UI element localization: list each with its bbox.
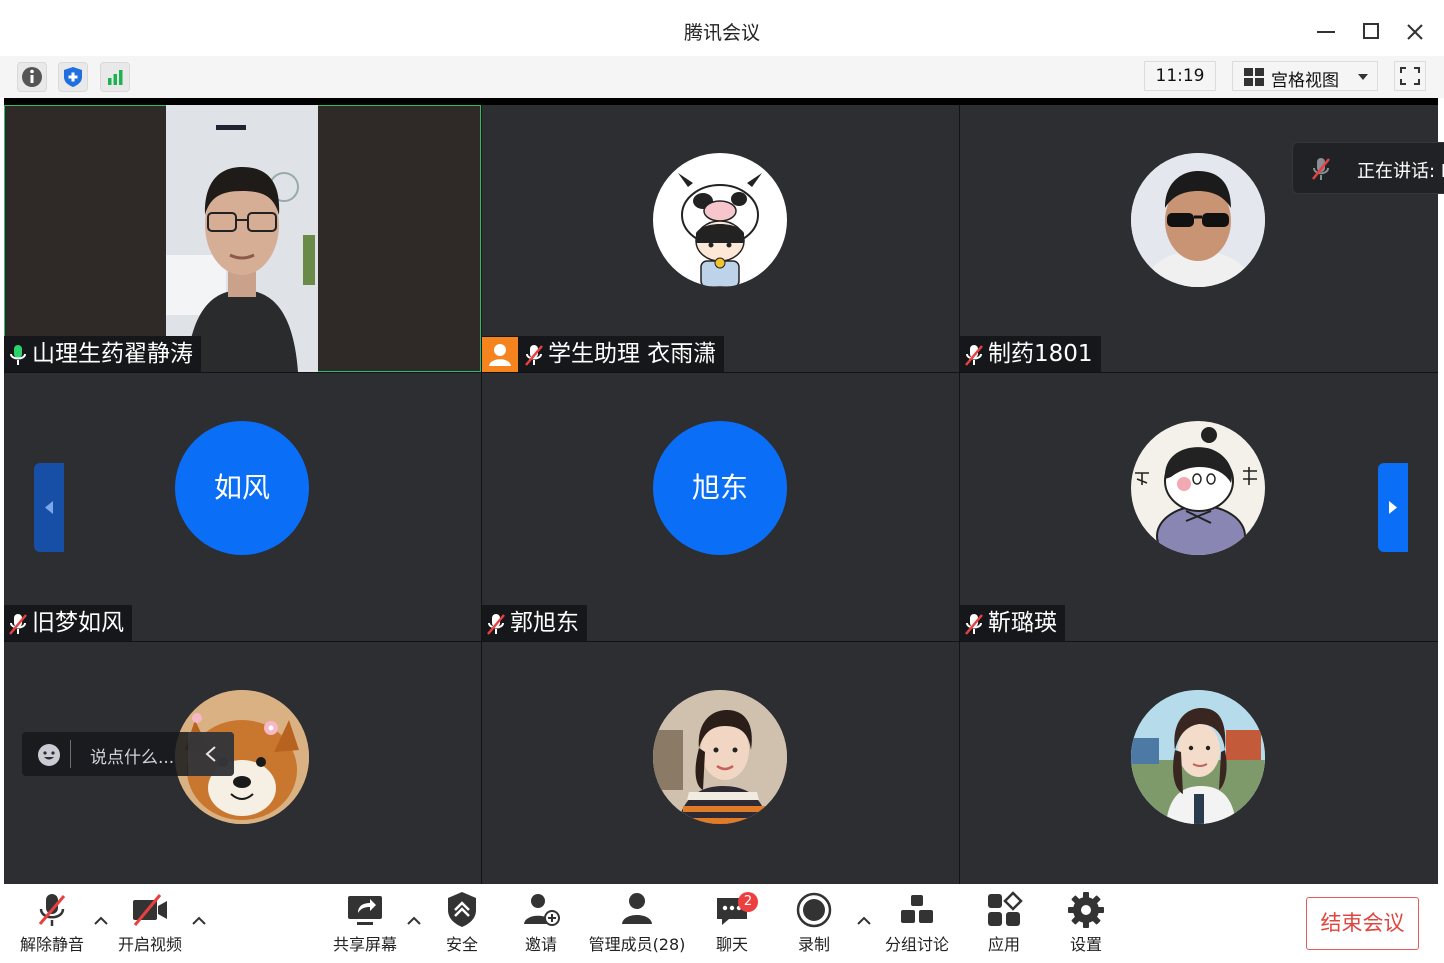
record-icon [796,892,832,928]
view-label: 宫格视图 [1271,71,1339,91]
emoji-icon[interactable] [36,742,62,768]
settings-button[interactable]: 设置 [1056,890,1116,955]
members-icon [622,893,652,924]
security-button[interactable]: 安全 [432,890,492,955]
avatar: 旭东 [653,421,787,555]
signal-icon[interactable] [100,62,130,92]
meeting-time: 11:19 [1144,61,1216,91]
participant-name-tag: 制药1801 [960,336,1101,372]
next-page-button[interactable] [1378,463,1408,552]
participant-tile[interactable] [482,642,959,884]
apps-button[interactable]: 应用 [974,890,1034,955]
breakout-icon [901,895,933,923]
start-video-button[interactable]: 开启视频 [112,890,188,955]
participant-name-tag: 山理生药翟静涛 [4,336,201,372]
top-toolbar [0,56,1444,98]
participant-tile[interactable]: 山理生药翟静涛 [4,105,481,372]
participant-tile[interactable] [960,642,1438,884]
info-icon[interactable] [17,62,47,92]
participant-name-tag: 旧梦如风 [4,605,132,641]
mic-muted-icon [9,613,27,635]
apps-icon [988,891,1023,926]
share-screen-icon [348,896,382,925]
participant-tile[interactable]: 靳璐瑛 [960,373,1438,641]
chevron-up-icon[interactable] [407,916,421,926]
chevron-down-icon [1358,74,1368,80]
bottom-control-bar: 解除静音 开启视频 共享屏幕 安全 邀请 管理成员(28) 聊天 2 录制 分组… [0,884,1444,963]
camera-off-icon [133,894,167,926]
fullscreen-button[interactable] [1394,61,1426,91]
avatar [1131,690,1265,824]
maximize-icon[interactable] [1356,14,1386,44]
view-switch-button[interactable]: 宫格视图 [1232,61,1378,91]
chat-button[interactable]: 聊天 2 [702,890,762,955]
minimize-icon[interactable] [1311,14,1341,44]
gear-icon [1068,892,1104,928]
chevron-up-icon[interactable] [857,916,871,926]
previous-page-button[interactable] [34,463,64,552]
collapse-chat-button[interactable] [188,732,234,776]
participant-tile[interactable]: 如风 旧梦如风 [4,373,481,641]
share-screen-button[interactable]: 共享屏幕 [326,890,404,955]
mic-on-icon [10,344,26,365]
close-icon[interactable] [1400,14,1430,44]
chevron-left-icon [45,501,53,514]
shield-icon[interactable] [58,62,88,92]
meeting-window: 腾讯会议 11:19 宫格视图 山理生药翟静涛 学生助理 衣雨潇 制药1801 … [0,0,1444,963]
video-feed [166,105,318,372]
participant-name-tag: 郭旭东 [482,605,587,641]
avatar: 如风 [175,421,309,555]
end-meeting-button[interactable]: 结束会议 [1306,897,1419,950]
window-title: 腾讯会议 [683,22,760,44]
participant-name-tag: 靳璐瑛 [960,605,1065,641]
participant-tile[interactable]: 旭东 郭旭东 [482,373,959,641]
participant-tile[interactable]: 学生助理 衣雨潇 [482,105,959,372]
mic-muted-icon [965,344,983,366]
shield-icon [448,892,476,927]
mic-muted-icon [487,613,505,635]
mic-muted-icon [1312,158,1330,180]
breakout-rooms-button[interactable]: 分组讨论 [878,890,956,955]
host-badge-icon [482,336,518,372]
avatar [1131,421,1265,555]
manage-members-button[interactable]: 管理成员(28) [584,890,690,955]
avatar [1131,153,1265,287]
invite-button[interactable]: 邀请 [511,890,571,955]
title-bar: 腾讯会议 [0,0,1444,57]
divider [70,740,71,768]
unmute-button[interactable]: 解除静音 [14,890,90,955]
fullscreen-icon [1400,67,1420,85]
record-button[interactable]: 录制 [784,890,844,955]
chevron-right-icon [1389,501,1397,514]
chat-placeholder: 说点什么... [90,748,175,768]
speaking-label: 正在讲话: L [1357,161,1444,182]
avatar [653,153,787,287]
mic-muted-icon [525,344,543,366]
mic-muted-icon [965,613,983,635]
speaking-indicator: 正在讲话: L [1292,142,1444,194]
chevron-up-icon[interactable] [192,916,206,926]
mic-muted-icon [38,894,66,926]
add-user-icon [524,894,560,926]
grid-view-icon [1244,68,1264,86]
participant-name-tag: 学生助理 衣雨潇 [482,336,725,372]
chevron-left-icon [205,746,216,762]
quick-chat-input[interactable]: 说点什么... [22,732,234,776]
chevron-up-icon[interactable] [94,916,108,926]
avatar [653,690,787,824]
unread-badge: 2 [738,892,758,912]
